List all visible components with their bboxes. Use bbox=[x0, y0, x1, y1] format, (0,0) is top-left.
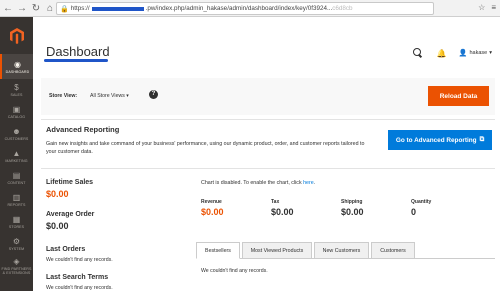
page-title: Dashboard bbox=[46, 44, 110, 59]
average-order-label: Average Order bbox=[46, 211, 95, 218]
chart-disabled-message: Chart is disabled. To enable the chart, … bbox=[201, 180, 315, 186]
lifetime-sales-value: $0.00 bbox=[46, 189, 69, 199]
metric-label: Quantity bbox=[411, 199, 432, 205]
sidebar-icon: ▤ bbox=[12, 171, 21, 180]
url-path: .pw/index.php/admin_hakase/admin/dashboa… bbox=[145, 5, 333, 12]
sidebar-icon: ▦ bbox=[12, 215, 21, 224]
last-orders-empty: We couldn't find any records. bbox=[46, 257, 113, 263]
search-icon[interactable] bbox=[412, 48, 423, 58]
sidebar-item-label: REPORTS bbox=[7, 203, 26, 207]
store-view-label: Store View: bbox=[49, 93, 78, 99]
divider bbox=[41, 168, 495, 169]
home-icon[interactable]: ⌂ bbox=[44, 1, 56, 15]
sidebar-icon: ▣ bbox=[12, 105, 21, 114]
main-content: Dashboard 🔔 👤 hakase ▾ Store View: All S… bbox=[33, 17, 500, 291]
metric-tax: Tax $0.00 bbox=[271, 199, 294, 217]
store-view-bar: Store View: All Store Views ▾ ? Reload D… bbox=[41, 78, 495, 115]
reload-data-button[interactable]: Reload Data bbox=[428, 86, 489, 106]
sidebar-item-label: CATALOG bbox=[7, 115, 26, 119]
metric-label: Tax bbox=[271, 199, 280, 205]
metric-quantity: Quantity 0 bbox=[411, 199, 431, 217]
metric-shipping: Shipping $0.00 bbox=[341, 199, 364, 217]
sidebar-item-label: SYSTEM bbox=[8, 247, 25, 251]
title-highlight bbox=[44, 59, 108, 62]
reload-icon[interactable]: ↻ bbox=[30, 1, 42, 15]
metric-label: Shipping bbox=[341, 199, 363, 205]
sidebar-item-label: CUSTOMERS bbox=[4, 137, 29, 141]
metric-revenue: Revenue $0.00 bbox=[201, 199, 224, 217]
last-orders-label: Last Orders bbox=[46, 246, 86, 253]
advanced-reporting-text: Gain new insights and take command of yo… bbox=[46, 141, 365, 155]
sidebar-icon: ⚙ bbox=[12, 237, 21, 246]
dashboard-tabs: Bestsellers Most Viewed Products New Cus… bbox=[196, 242, 417, 259]
magento-logo-icon bbox=[9, 27, 24, 44]
sidebar-item-label: SALES bbox=[10, 93, 23, 97]
chevron-down-icon: ▾ bbox=[489, 50, 492, 56]
sidebar-item-stores[interactable]: ▦ STORES bbox=[0, 211, 33, 233]
help-icon[interactable]: ? bbox=[149, 90, 158, 99]
tab-customers[interactable]: Customers bbox=[371, 242, 415, 259]
back-arrow-icon[interactable]: ← bbox=[2, 1, 14, 15]
average-order-value: $0.00 bbox=[46, 221, 69, 231]
external-link-icon: ⧉ bbox=[479, 136, 485, 143]
forward-arrow-icon[interactable]: → bbox=[16, 1, 28, 15]
sidebar-item-sales[interactable]: $ SALES bbox=[0, 79, 33, 101]
sidebar-icon: ▲ bbox=[12, 149, 21, 158]
browser-toolbar: ← → ↻ ⌂ 🔒 https:// .pw/index.php/admin_h… bbox=[0, 0, 500, 17]
sidebar-icon: $ bbox=[14, 83, 19, 92]
advanced-reporting-button-label: Go to Advanced Reporting bbox=[395, 136, 477, 144]
sidebar-item-label: DASHBOARD bbox=[5, 69, 30, 74]
username: hakase bbox=[469, 50, 488, 56]
metric-value: $0.00 bbox=[271, 207, 294, 217]
sidebar-item-label: STORES bbox=[8, 225, 25, 229]
metric-value: $0.00 bbox=[341, 207, 364, 217]
sidebar-item-dashboard[interactable]: ◉ DASHBOARD bbox=[0, 54, 33, 79]
logo[interactable] bbox=[0, 17, 33, 54]
admin-sidebar: ◉ DASHBOARD $ SALES ▣ CATALOG ☻ CUSTOMERS ▲ MARKE… bbox=[0, 17, 33, 291]
redacted-domain bbox=[91, 6, 144, 11]
star-icon[interactable]: ☆ bbox=[478, 3, 485, 12]
advanced-reporting-button[interactable]: Go to Advanced Reporting ⧉ bbox=[388, 130, 492, 150]
sidebar-item-catalog[interactable]: ▣ CATALOG bbox=[0, 101, 33, 123]
bell-icon[interactable]: 🔔 bbox=[437, 49, 447, 58]
metric-label: Revenue bbox=[201, 199, 222, 205]
tab-bestsellers[interactable]: Bestsellers bbox=[196, 242, 240, 259]
lifetime-sales-label: Lifetime Sales bbox=[46, 179, 94, 186]
url-prefix: https:// bbox=[70, 5, 90, 12]
sidebar-item-customers[interactable]: ☻ CUSTOMERS bbox=[0, 123, 33, 145]
divider bbox=[41, 119, 495, 120]
tab-new-customers[interactable]: New Customers bbox=[314, 242, 369, 259]
sidebar-icon: ☻ bbox=[12, 127, 21, 136]
tab-most-viewed-products[interactable]: Most Viewed Products bbox=[242, 242, 312, 259]
chart-msg-end: . bbox=[313, 180, 316, 186]
last-search-terms-label: Last Search Terms bbox=[46, 274, 109, 281]
enable-chart-link[interactable]: here bbox=[303, 180, 314, 186]
tab-content-empty: We couldn't find any records. bbox=[201, 268, 268, 274]
advanced-reporting-title: Advanced Reporting bbox=[46, 125, 120, 134]
sidebar-item-content[interactable]: ▤ CONTENT bbox=[0, 167, 33, 189]
sidebar-item-system[interactable]: ⚙ SYSTEM bbox=[0, 233, 33, 255]
user-icon: 👤 bbox=[458, 50, 468, 57]
metric-value: $0.00 bbox=[201, 207, 224, 217]
sidebar-icon: ▥ bbox=[12, 193, 21, 202]
user-menu[interactable]: 👤 hakase ▾ bbox=[459, 49, 492, 57]
sidebar-item-reports[interactable]: ▥ REPORTS bbox=[0, 189, 33, 211]
last-search-empty: We couldn't find any records. bbox=[46, 285, 113, 291]
sidebar-icon: ◉ bbox=[14, 59, 21, 69]
store-view-select[interactable]: All Store Views ▾ bbox=[90, 93, 129, 99]
sidebar-item-label: CONTENT bbox=[7, 181, 26, 185]
menu-icon[interactable]: ≡ bbox=[491, 3, 496, 12]
lock-icon: 🔒 bbox=[60, 5, 69, 13]
url-tail: c6d8cb bbox=[332, 5, 353, 12]
chart-msg-text: Chart is disabled. To enable the chart, … bbox=[201, 180, 304, 186]
sidebar-item-label: FIND PARTNERS & EXTENSIONS bbox=[1, 267, 32, 275]
address-bar[interactable]: 🔒 https:// .pw/index.php/admin_hakase/ad… bbox=[56, 2, 434, 15]
sidebar-item-marketing[interactable]: ▲ MARKETING bbox=[0, 145, 33, 167]
sidebar-item-find-partners-extensions[interactable]: ◈ FIND PARTNERS & EXTENSIONS bbox=[0, 255, 33, 277]
sidebar-item-label: MARKETING bbox=[5, 159, 28, 163]
metric-value: 0 bbox=[411, 207, 417, 217]
sidebar-icon: ◈ bbox=[13, 257, 20, 266]
